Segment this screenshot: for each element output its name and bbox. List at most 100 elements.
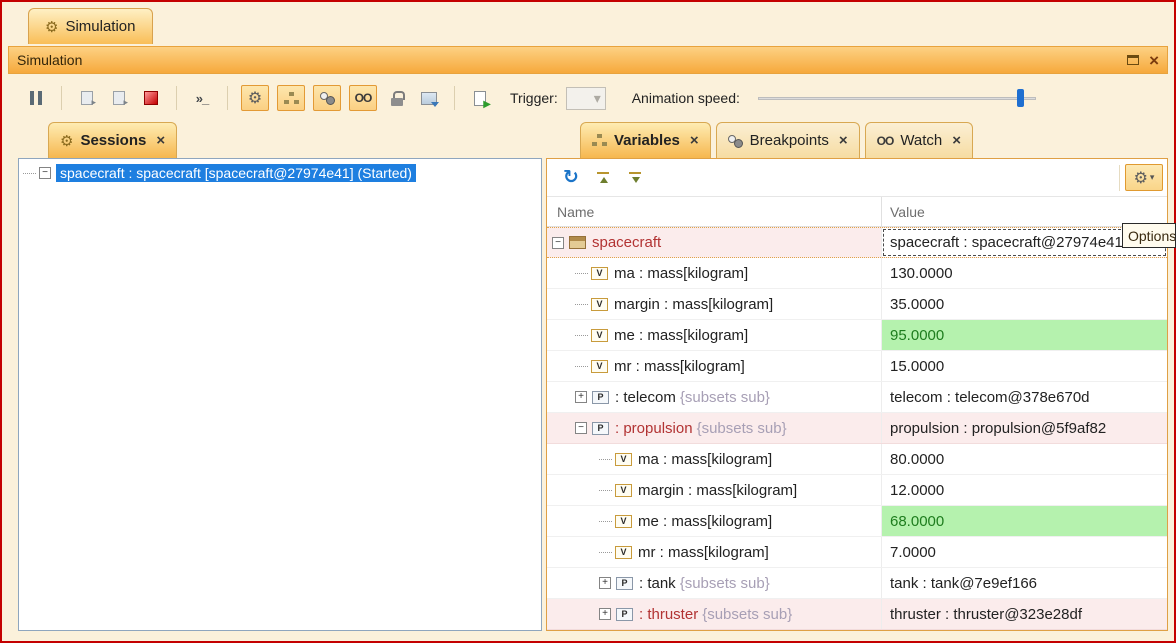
table-row[interactable]: Vmargin : mass[kilogram]35.0000 [547,289,1167,320]
options-button[interactable]: ⚙ ▾ [1125,164,1163,191]
tab-variables[interactable]: Variables × [580,122,711,158]
table-row[interactable]: +P : telecom{subsets sub}telecom : telec… [547,382,1167,413]
document-run-icon [474,91,486,106]
chevron-down-icon: ▾ [594,90,601,107]
gear-icon: ⚙ [45,18,58,36]
table-row[interactable]: Vma : mass[kilogram]130.0000 [547,258,1167,289]
tab-breakpoints[interactable]: Breakpoints × [716,122,860,158]
console-button[interactable]: »_ [190,85,214,111]
table-row[interactable]: Vmargin : mass[kilogram]12.0000 [547,475,1167,506]
row-value-cell: 68.0000 [882,506,1167,536]
tree-line [575,304,588,305]
table-row[interactable]: Vmr : mass[kilogram] 15.0000 [547,351,1167,382]
left-tab-strip: ⚙ Sessions × [48,122,177,158]
restore-window-icon[interactable] [1127,55,1139,65]
step-over-button[interactable] [107,85,131,111]
collapse-expander-icon[interactable]: − [575,422,587,434]
panel-header: Simulation × [8,46,1168,74]
table-row[interactable]: Vme : mass[kilogram]95.0000 [547,320,1167,351]
tab-label: Sessions [80,132,146,149]
trigger-dropdown[interactable]: ▾ [566,87,606,110]
export-run-button[interactable] [468,85,492,111]
toolbar-separator [454,86,455,110]
toolbar-separator [61,86,62,110]
pause-button[interactable] [24,85,48,111]
close-tab-icon[interactable]: × [839,132,848,149]
stop-icon [144,91,158,105]
close-icon[interactable]: × [1149,52,1159,69]
row-value-cell: 7.0000 [882,537,1167,567]
row-name-cell: Vmr : mass[kilogram] [547,537,882,567]
row-name-label: mr : mass[kilogram] [614,358,745,375]
row-name-cell: − spacecraft [547,228,882,257]
dock-tab-simulation[interactable]: ⚙ Simulation [28,8,153,44]
watch-toggle-button[interactable]: OO [349,85,377,111]
breakpoints-toggle-button[interactable] [313,85,341,111]
row-name-cell: Vma : mass[kilogram] [547,258,882,288]
close-tab-icon[interactable]: × [952,132,961,149]
tab-watch[interactable]: OO Watch × [865,122,973,158]
value-property-icon: V [591,267,608,280]
dock-tab-strip: ⚙ Simulation [2,2,1174,44]
table-row[interactable]: Vmr : mass[kilogram]7.0000 [547,537,1167,568]
table-row[interactable]: Vma : mass[kilogram]80.0000 [547,444,1167,475]
session-tree-item[interactable]: − spacecraft : spacecraft [spacecraft@27… [19,159,541,187]
variables-toggle-button[interactable] [277,85,305,111]
auto-open-toggle-button[interactable]: ⚙ [241,85,269,111]
collapse-expander-icon[interactable]: − [39,167,51,179]
image-icon [421,92,437,105]
slider-track[interactable] [758,97,1036,100]
collapse-expander-icon[interactable]: − [552,237,564,249]
row-value-cell: 35.0000 [882,289,1167,319]
row-name-label: : propulsion [615,420,693,437]
animation-speed-slider[interactable] [758,87,1036,109]
variables-tree-icon [592,134,607,147]
expand-expander-icon[interactable]: + [599,608,611,620]
refresh-button[interactable]: ↻ [559,165,583,191]
row-name-label: spacecraft [592,234,661,251]
tab-sessions[interactable]: ⚙ Sessions × [48,122,177,158]
column-header-name[interactable]: Name [547,197,882,226]
step-into-button[interactable] [75,85,99,111]
row-name-suffix: {subsets sub} [702,606,792,623]
row-name-cell: +P : thruster{subsets sub} [547,599,882,629]
table-row[interactable]: −spacecraftspacecraft : spacecraft@27974… [547,227,1167,258]
close-tab-icon[interactable]: × [690,132,699,149]
expand-all-button[interactable] [591,165,615,191]
value-property-icon: V [615,546,632,559]
row-value-cell: 15.0000 [882,351,1167,381]
value-property-icon: V [615,453,632,466]
table-row[interactable]: +P : tank{subsets sub}tank : tank@7e9ef1… [547,568,1167,599]
variables-pane: ↻ ⚙ ▾ Name Value − spacecraftspacecraft :… [546,158,1168,631]
tree-line [575,335,588,336]
expand-all-icon [596,171,611,185]
table-row[interactable]: +P : thruster{subsets sub}thruster : thr… [547,599,1167,630]
export-image-button[interactable] [417,85,441,111]
value-property-icon: V [591,360,608,373]
lock-button[interactable] [385,85,409,111]
terminate-button[interactable] [139,85,163,111]
row-name-label: : tank [639,575,676,592]
close-tab-icon[interactable]: × [156,132,165,149]
tree-line [599,521,612,522]
row-name-cell: Vma : mass[kilogram] [547,444,882,474]
collapse-all-button[interactable] [623,165,647,191]
table-row[interactable]: Vme : mass[kilogram]68.0000 [547,506,1167,537]
gear-icon: ⚙ [60,132,73,150]
row-value-cell: 130.0000 [882,258,1167,288]
part-property-icon: P [616,608,633,621]
simulation-window: { "colors": { "frame_border": "#C40000",… [0,0,1176,643]
expand-expander-icon[interactable]: + [575,391,587,403]
row-name-cell: +P : telecom{subsets sub} [547,382,882,412]
breakpoints-icon [728,134,743,148]
part-property-icon: P [592,391,609,404]
options-tooltip: Options [1122,223,1176,248]
slider-handle[interactable] [1017,89,1024,107]
column-header-value[interactable]: Value [882,197,1167,226]
chevron-down-icon: ▾ [1150,172,1155,183]
variables-toolbar: ↻ ⚙ ▾ [547,159,1167,197]
table-row[interactable]: −P : propulsion{subsets sub}propulsion :… [547,413,1167,444]
expand-expander-icon[interactable]: + [599,577,611,589]
value-property-icon: V [591,298,608,311]
block-icon [569,236,586,249]
